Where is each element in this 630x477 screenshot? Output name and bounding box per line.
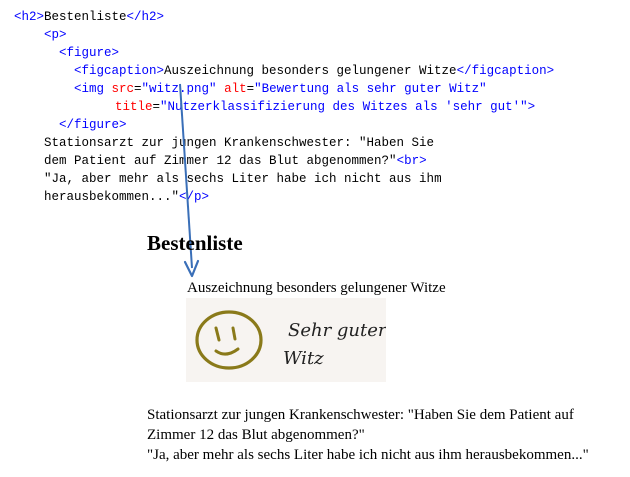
rendered-paragraph-line-1: Stationsarzt zur jungen Krankenschwester… <box>147 407 574 423</box>
rendered-paragraph-line-2: Zimmer 12 das Blut abgenommen?" <box>147 427 365 443</box>
rendered-paragraph-line-3: "Ja, aber mehr als sechs Liter habe ich … <box>147 447 589 463</box>
image-text-line-2: Witz <box>283 348 324 369</box>
joke-rating-image: Sehr guter Witz <box>186 298 388 382</box>
rendered-paragraph: Stationsarzt zur jungen Krankenschwester… <box>147 405 627 465</box>
image-text-line-1: Sehr guter <box>288 320 386 341</box>
rendered-figcaption: Auszeichnung besonders gelungener Witze <box>187 280 446 296</box>
smiley-face-icon: Sehr guter Witz <box>195 310 388 370</box>
rendered-heading: Bestenliste <box>147 231 243 255</box>
